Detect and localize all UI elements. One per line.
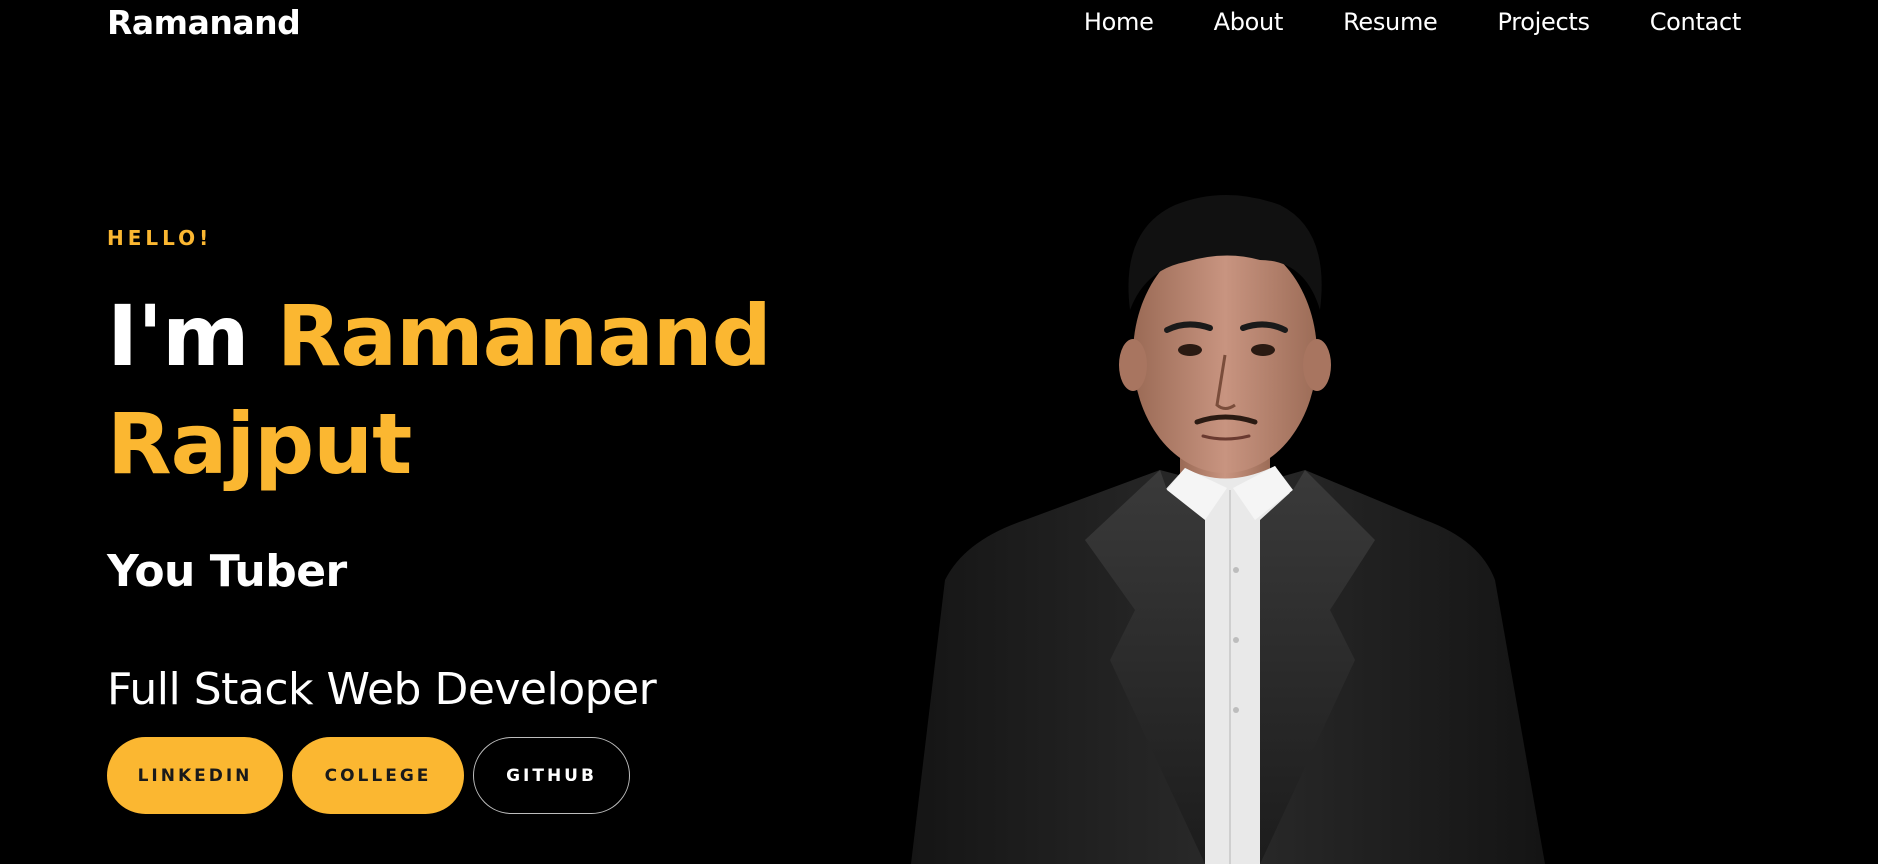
main-nav: Home About Resume Projects Contact (1024, 8, 1741, 36)
hero-typed-role: You Tuber (107, 546, 347, 597)
nav-projects[interactable]: Projects (1498, 8, 1591, 36)
profile-photo (911, 195, 1545, 864)
github-button[interactable]: GITHUB (473, 737, 630, 814)
hero-headline: I'm Ramanand Rajput (107, 282, 867, 498)
hero-intro: I'm (107, 287, 249, 385)
linkedin-button[interactable]: LINKEDIN (107, 737, 283, 814)
hero-buttons: LINKEDIN COLLEGE GITHUB (107, 737, 630, 814)
portfolio-page: Ramanand Home About Resume Projects Cont… (0, 0, 1878, 864)
site-logo[interactable]: Ramanand (107, 3, 301, 42)
hero-greeting: HELLO! (107, 226, 213, 250)
nav-about[interactable]: About (1214, 8, 1284, 36)
nav-home[interactable]: Home (1084, 8, 1154, 36)
nav-contact[interactable]: Contact (1650, 8, 1742, 36)
hero-subtitle: Full Stack Web Developer (107, 664, 657, 715)
nav-resume[interactable]: Resume (1343, 8, 1438, 36)
college-button[interactable]: COLLEGE (292, 737, 464, 814)
